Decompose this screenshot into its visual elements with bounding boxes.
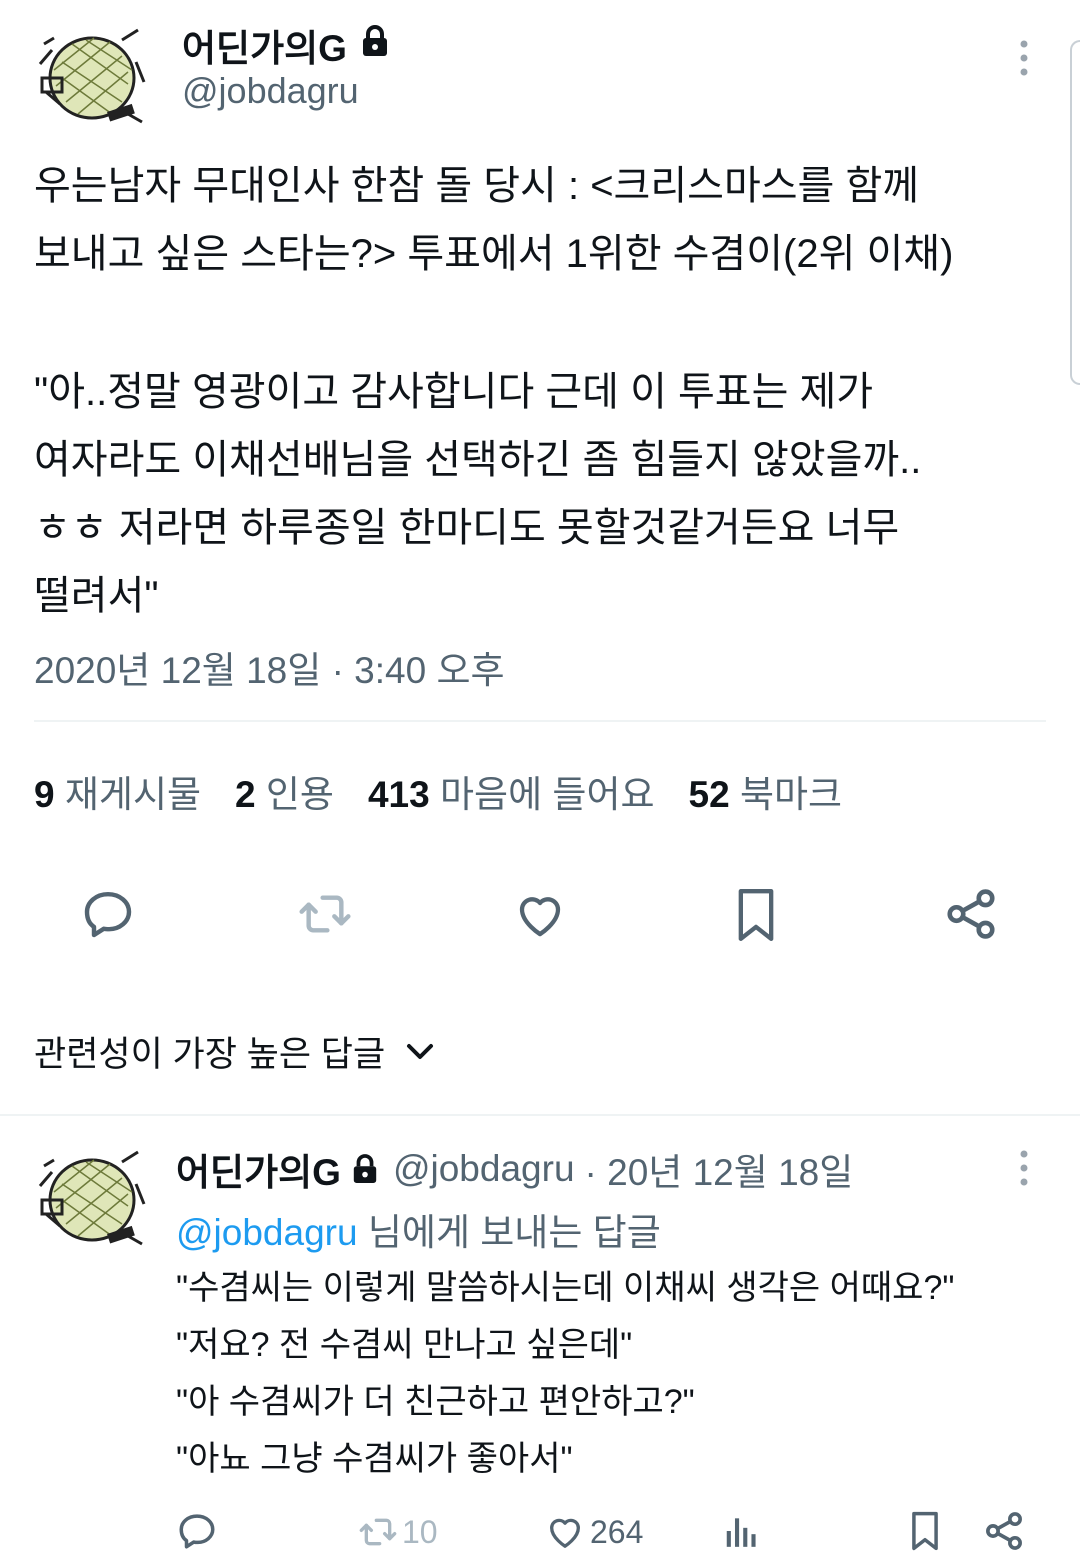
reply-text-line: "아 수겸씨가 더 친근하고 편안하고?" [176,1383,695,1421]
retweet-icon [356,1512,400,1552]
reply-header: 어딘가의G @jobdagru · 20년 12월 18일 [176,1142,853,1196]
tweet-text: 우는남자 무대인사 한참 돌 당시 : <크리스마스를 함께 보내고 싶은 스타… [34,152,953,630]
avatar[interactable] [32,1144,150,1250]
reply-text: "수겸씨는 이렇게 말씀하시는데 이채씨 생각은 어때요?" "저요? 전 수겸… [176,1260,954,1488]
replying-to-suffix: 님에게 보내는 답글 [367,1212,661,1253]
author-handle[interactable]: @jobdagru [182,70,359,112]
reply-text-line: "수겸씨는 이렇게 말씀하시는데 이채씨 생각은 어때요?" [176,1269,955,1307]
author-name[interactable]: 어딘가의G [182,18,347,72]
retweet-icon[interactable] [296,886,354,942]
lock-icon [360,24,390,58]
retweet-count: 10 [402,1513,438,1550]
reply-date[interactable]: · 20년 12월 18일 [585,1142,854,1196]
share-icon[interactable] [982,1508,1026,1554]
reply-text-line: "저요? 전 수겸씨 만나고 싶은데" [176,1326,633,1364]
stats-row: 9 재게시물 2 인용 413 마음에 들어요 52 북마크 [34,764,842,818]
tweet-text-line: 여자라도 이채선배님을 선택하긴 좀 힘들지 않았을까.. [34,438,922,482]
divider [0,1114,1080,1116]
bookmark-icon[interactable] [730,886,782,944]
stat-quotes[interactable]: 2 인용 [235,764,334,818]
stat-label: 인용 [265,774,334,815]
stat-count: 52 [688,774,730,815]
heart-icon[interactable] [512,888,568,942]
stat-count: 2 [235,774,256,815]
stat-label: 마음에 들어요 [440,774,655,815]
reply-icon[interactable] [80,886,136,942]
scrollbar[interactable] [1068,0,1080,385]
replying-to: @jobdagru 님에게 보내는 답글 [176,1202,661,1256]
tweet-text-line: 보내고 싶은 스타는?> 투표에서 1위한 수겸이(2위 이채) [34,232,954,276]
more-options-icon[interactable] [1012,38,1036,78]
stat-count: 9 [34,774,55,815]
stat-count: 413 [367,774,430,815]
more-options-icon[interactable] [1012,1148,1036,1188]
reply-text-line: "아뇨 그냥 수겸씨가 좋아서" [176,1440,573,1478]
reply-sort-dropdown[interactable]: 관련성이 가장 높은 답글 [34,1026,435,1077]
reply-retweet-button[interactable]: 10 [356,1512,438,1552]
replying-to-handle[interactable]: @jobdagru [176,1212,358,1253]
reply-like-button[interactable]: 264 [544,1512,643,1552]
tweet-text-line: "아..정말 영광이고 감사합니다 근데 이 투표는 제가 [34,370,874,414]
analytics-icon[interactable] [722,1512,760,1550]
stat-bookmarks[interactable]: 52 북마크 [689,764,843,818]
tweet-text-line: 우는남자 무대인사 한참 돌 당시 : <크리스마스를 함께 [34,164,920,208]
stat-label: 북마크 [739,774,843,815]
tweet-text-line: ㅎㅎ 저라면 하루종일 한마디도 못할것같거든요 너무 [34,506,900,550]
chevron-down-icon [405,1042,435,1062]
tweet-text-line: 떨려서" [34,574,159,618]
tweet-timestamp[interactable]: 2020년 12월 18일 · 3:40 오후 [34,640,505,694]
avatar[interactable] [32,22,150,128]
reply-author-name[interactable]: 어딘가의G [176,1142,341,1196]
bookmark-icon[interactable] [906,1508,944,1554]
share-icon[interactable] [942,884,1000,944]
lock-icon [351,1153,379,1185]
stat-reposts[interactable]: 9 재게시물 [34,764,201,818]
heart-icon [544,1512,586,1552]
stat-label: 재게시물 [64,774,202,815]
like-count: 264 [590,1513,644,1550]
divider [34,720,1046,722]
reply-author-handle[interactable]: @jobdagru [393,1148,575,1190]
reply-sort-label: 관련성이 가장 높은 답글 [34,1035,386,1074]
reply-icon[interactable] [176,1510,218,1552]
stat-likes[interactable]: 413 마음에 들어요 [368,764,655,818]
